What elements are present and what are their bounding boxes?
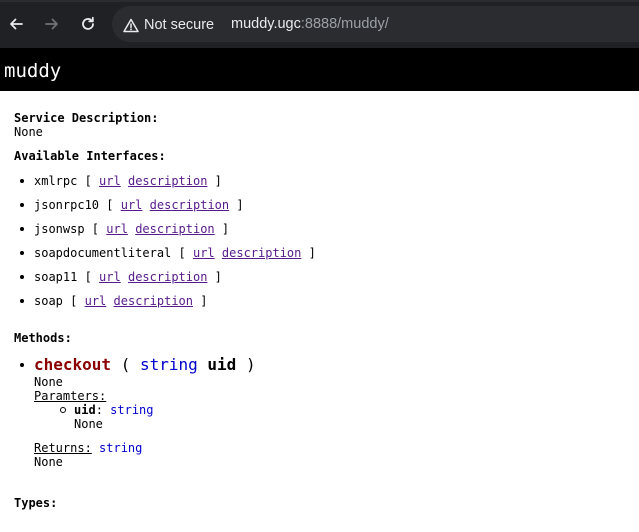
param-name: uid [207, 355, 237, 374]
parameter-description: None [74, 417, 103, 431]
bullet-icon [20, 299, 24, 303]
back-arrow-icon [10, 18, 23, 30]
interfaces-label: Available Interfaces: [14, 149, 166, 163]
interface-description-link[interactable]: description [135, 222, 214, 236]
interface-url-link[interactable]: url [99, 174, 121, 188]
list-item: jsonwsp [ url description ] [14, 222, 316, 246]
interface-name: jsonwsp [34, 222, 85, 236]
returns-type: string [99, 441, 143, 455]
bullet-icon [20, 179, 24, 183]
interface-description-link[interactable]: description [222, 246, 301, 260]
interface-url-link[interactable]: url [85, 294, 107, 308]
back-button[interactable] [5, 13, 27, 35]
interface-description-link[interactable]: description [150, 198, 229, 212]
method-description: None [34, 375, 63, 389]
page-title: muddy [4, 60, 62, 82]
service-header: muddy [0, 48, 639, 91]
parameter-type: string [110, 403, 154, 417]
returns-description: None [34, 455, 63, 469]
url-path: :8888/muddy/ [300, 16, 389, 32]
param-type: string [139, 355, 198, 374]
bullet-icon [20, 363, 24, 367]
url-host: muddy.ugc [231, 16, 301, 32]
forward-button[interactable] [41, 13, 63, 35]
warning-triangle-icon [123, 18, 139, 32]
interface-name: soap11 [34, 270, 78, 284]
interface-url-link[interactable]: url [106, 222, 128, 236]
method-signature: checkout ( string uid ) [34, 355, 256, 374]
interface-description-link[interactable]: description [114, 294, 193, 308]
interface-name: xmlrpc [34, 174, 78, 188]
interface-url-link[interactable]: url [99, 270, 121, 284]
security-indicator[interactable]: Not secure [123, 15, 214, 35]
method-name: checkout [34, 355, 112, 374]
returns-label: Returns: [34, 441, 92, 455]
interface-url-link[interactable]: url [121, 198, 143, 212]
list-item: soap [ url description ] [14, 294, 316, 318]
types-label: Types: [14, 496, 58, 510]
list-item: xmlrpc [ url description ] [14, 174, 316, 198]
list-item: soap11 [ url description ] [14, 270, 316, 294]
bullet-icon [20, 275, 24, 279]
url-text[interactable]: muddy.ugc:8888/muddy/ [231, 16, 389, 32]
page-content: muddy Service Description: None Availabl… [0, 48, 639, 532]
interfaces-list: xmlrpc [ url description ] jsonrpc10 [ u… [14, 174, 316, 318]
service-description-label: Service Description: [14, 111, 159, 125]
circle-bullet-icon [60, 407, 66, 413]
interface-description-link[interactable]: description [128, 270, 207, 284]
bullet-icon [20, 227, 24, 231]
parameters-label: Paramters: [34, 389, 107, 403]
interface-name: soap [34, 294, 63, 308]
reload-icon [82, 16, 94, 30]
parameter-name: uid [74, 403, 96, 417]
browser-toolbar: Not secure muddy.ugc:8888/muddy/ [0, 0, 639, 48]
service-description-value: None [14, 125, 43, 139]
bullet-icon [20, 251, 24, 255]
methods-label: Methods: [14, 331, 72, 345]
interface-url-link[interactable]: url [193, 246, 215, 260]
returns-line: Returns: string [34, 441, 142, 455]
forward-arrow-icon [45, 18, 58, 30]
list-item: jsonrpc10 [ url description ] [14, 198, 316, 222]
interface-description-link[interactable]: description [128, 174, 207, 188]
list-item: soapdocumentliteral [ url description ] [14, 246, 316, 270]
interface-name: soapdocumentliteral [34, 246, 172, 260]
tab-strip-edge [0, 0, 639, 2]
parameter-item: uid: string [74, 403, 154, 417]
security-label: Not secure [144, 17, 215, 33]
reload-button[interactable] [77, 13, 99, 35]
interface-name: jsonrpc10 [34, 198, 100, 212]
bullet-icon [20, 203, 24, 207]
